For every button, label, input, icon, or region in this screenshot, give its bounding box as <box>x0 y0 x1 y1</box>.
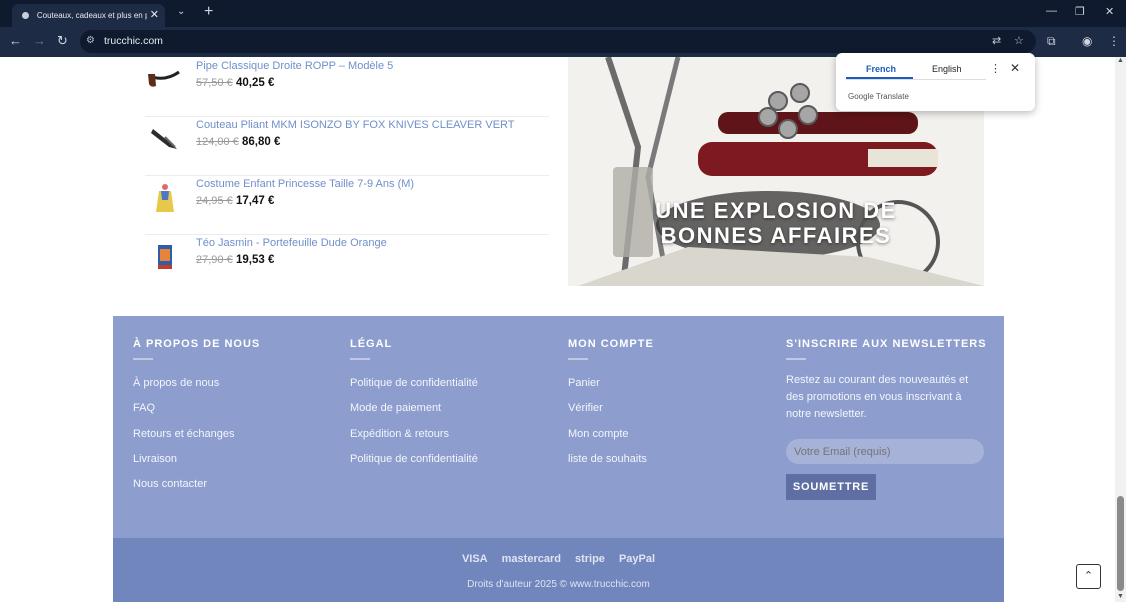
translate-popup: French English ⋮ ✕ Google Translate <box>836 53 1035 111</box>
footer-col-about: À PROPOS DE NOUS À propos de nous FAQ Re… <box>133 338 260 503</box>
payment-icons: VISA mastercard stripe PayPal <box>113 553 1004 565</box>
browser-tab-bar: Couteaux, cadeaux et plus en p ✕ ⌄ + — ❐… <box>0 0 1126 27</box>
chevron-up-icon: ⌃ <box>1083 570 1094 582</box>
product-name[interactable]: Pipe Classique Droite ROPP – Modèle 5 <box>196 60 393 72</box>
footer-title: À PROPOS DE NOUS <box>133 338 261 350</box>
old-price: 57,50 € <box>196 77 233 89</box>
scroll-down-icon[interactable]: ▼ <box>1117 593 1124 600</box>
new-tab-icon[interactable]: + <box>204 3 213 21</box>
menu-icon[interactable]: ⋮ <box>1108 35 1120 47</box>
translate-icon[interactable]: ⇄ <box>992 34 1001 47</box>
subscribe-button[interactable]: SOUMETTRE <box>786 474 876 500</box>
close-tab-icon[interactable]: ✕ <box>150 10 159 21</box>
url-text[interactable]: trucchic.com <box>104 35 163 47</box>
product-item[interactable]: Téo Jasmin - Portefeuille Dude Orange 27… <box>145 235 549 294</box>
tab-title: Couteaux, cadeaux et plus en p <box>36 11 147 20</box>
pipe-icon <box>148 70 180 87</box>
bookmark-star-icon[interactable]: ☆ <box>1014 34 1024 47</box>
footer-link[interactable]: liste de souhaits <box>568 453 654 478</box>
minimize-icon[interactable]: — <box>1046 5 1057 17</box>
back-icon[interactable]: ← <box>9 34 22 47</box>
footer-link[interactable]: Politique de confidentialité <box>350 453 478 478</box>
product-item[interactable]: Costume Enfant Princesse Taille 7-9 Ans … <box>145 176 549 235</box>
scroll-up-icon[interactable]: ▲ <box>1117 57 1124 64</box>
visa-icon: VISA <box>461 553 488 565</box>
sale-price: 40,25 € <box>236 77 275 89</box>
close-window-icon[interactable]: ✕ <box>1105 5 1114 18</box>
footer-link[interactable]: Vérifier <box>568 402 654 427</box>
footer-link[interactable]: Politique de confidentialité <box>350 377 478 402</box>
old-price: 24,95 € <box>196 195 233 207</box>
footer-link[interactable]: Livraison <box>133 453 260 478</box>
product-name[interactable]: Couteau Pliant MKM ISONZO BY FOX KNIVES … <box>196 119 515 131</box>
product-item[interactable]: Pipe Classique Droite ROPP – Modèle 5 57… <box>145 58 549 117</box>
translate-source-tab[interactable]: French <box>866 64 896 74</box>
email-field[interactable] <box>786 439 984 464</box>
bottom-footer: VISA mastercard stripe PayPal Droits d'a… <box>113 538 1004 602</box>
old-price: 27,90 € <box>196 254 233 266</box>
sale-price: 17,47 € <box>236 195 275 207</box>
footer-link[interactable]: Retours et échanges <box>133 428 260 453</box>
close-icon[interactable]: ✕ <box>1010 61 1020 75</box>
costume-icon <box>156 184 174 212</box>
profile-icon[interactable]: ◉ <box>1082 35 1092 47</box>
page-scrollbar[interactable]: ▲ ▼ <box>1115 57 1126 602</box>
translate-target-tab[interactable]: English <box>932 64 962 74</box>
sale-price: 19,53 € <box>236 254 275 266</box>
footer-link[interactable]: À propos de nous <box>133 377 260 402</box>
active-tab-indicator <box>846 77 913 79</box>
footer-col-newsletter: S'INSCRIRE AUX NEWSLETTERS Restez au cou… <box>786 338 987 500</box>
newsletter-text: Restez au courant des nouveautés et des … <box>786 374 969 420</box>
footer-link[interactable]: Nous contacter <box>133 478 260 503</box>
tab-search-icon[interactable]: ⌄ <box>177 6 185 17</box>
scrollbar-thumb[interactable] <box>1117 496 1124 591</box>
extensions-icon[interactable]: ⧉ <box>1047 35 1056 47</box>
browser-tab[interactable]: Couteaux, cadeaux et plus en p ✕ <box>12 4 165 27</box>
stripe-icon: stripe <box>574 553 605 565</box>
footer-link[interactable]: Panier <box>568 377 654 402</box>
divider <box>568 358 588 360</box>
divider <box>786 358 806 360</box>
footer: À PROPOS DE NOUS À propos de nous FAQ Re… <box>113 316 1004 538</box>
divider <box>350 358 370 360</box>
product-name[interactable]: Costume Enfant Princesse Taille 7-9 Ans … <box>196 178 414 190</box>
product-item[interactable]: Couteau Pliant MKM ISONZO BY FOX KNIVES … <box>145 117 549 176</box>
footer-title: MON COMPTE <box>568 338 654 350</box>
promo-line-2: BONNES AFFAIRES <box>660 223 892 248</box>
copyright: Droits d'auteur 2025 © www.trucchic.com <box>467 579 650 590</box>
product-name[interactable]: Téo Jasmin - Portefeuille Dude Orange <box>196 237 387 249</box>
forward-icon[interactable]: → <box>33 34 46 47</box>
site-info-icon[interactable]: ⚙ <box>86 35 95 46</box>
sale-price: 86,80 € <box>242 136 281 148</box>
translate-brand: Google Translate <box>848 92 909 101</box>
restore-icon[interactable]: ❐ <box>1075 5 1085 18</box>
paypal-icon: PayPal <box>618 553 656 565</box>
web-page: Pipe Classique Droite ROPP – Modèle 5 57… <box>0 57 1126 602</box>
more-options-icon[interactable]: ⋮ <box>990 62 1001 75</box>
favicon-icon <box>22 12 29 19</box>
promo-line-1: UNE EXPLOSION DE <box>655 198 897 223</box>
divider <box>846 79 986 80</box>
footer-title: LÉGAL <box>350 338 393 350</box>
old-price: 124,00 € <box>196 136 239 148</box>
footer-link[interactable]: Mode de paiement <box>350 402 478 427</box>
footer-link[interactable]: FAQ <box>133 402 260 427</box>
footer-link[interactable]: Expédition & retours <box>350 428 478 453</box>
knife-icon <box>151 129 177 149</box>
footer-col-account: MON COMPTE Panier Vérifier Mon compte li… <box>568 338 654 478</box>
divider <box>133 358 153 360</box>
address-bar[interactable]: ⚙ trucchic.com ⇄ ☆ <box>80 30 1036 53</box>
reload-icon[interactable]: ↻ <box>57 34 68 47</box>
back-to-top-button[interactable]: ⌃ <box>1076 564 1101 589</box>
footer-link[interactable]: Mon compte <box>568 428 654 453</box>
footer-col-legal: LÉGAL Politique de confidentialité Mode … <box>350 338 478 478</box>
mastercard-icon: mastercard <box>501 553 561 565</box>
footer-title: S'INSCRIRE AUX NEWSLETTERS <box>786 338 987 350</box>
wallet-icon <box>158 245 172 269</box>
